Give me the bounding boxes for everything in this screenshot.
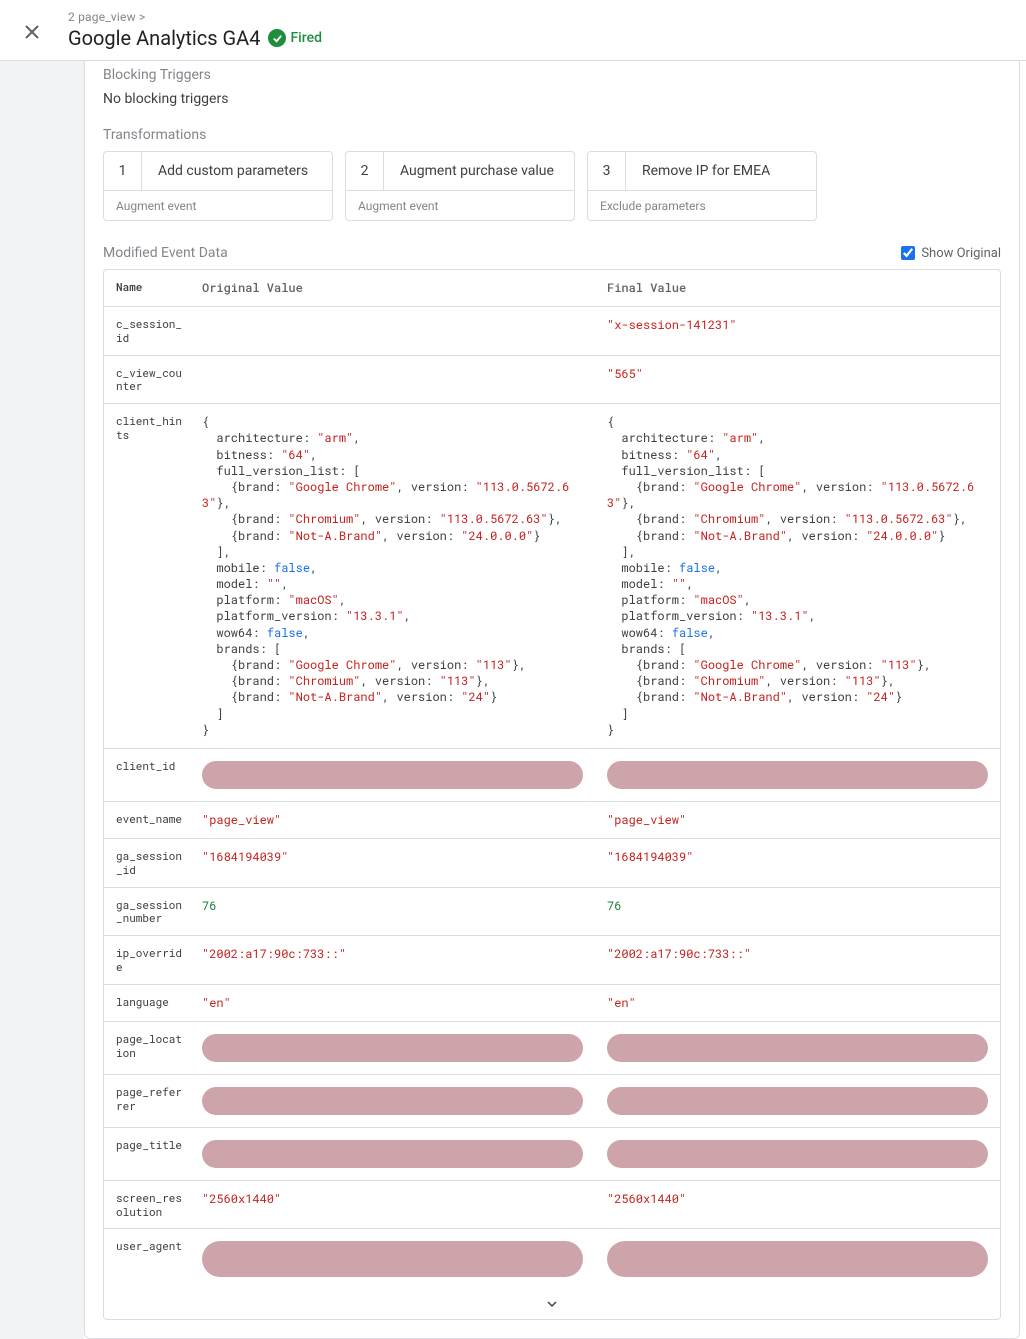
- blocking-triggers-text: No blocking triggers: [103, 91, 1001, 107]
- transformation-title: Augment purchase value: [384, 163, 574, 179]
- transformation-subtitle: Exclude parameters: [588, 190, 816, 220]
- show-original-input[interactable]: [901, 246, 915, 260]
- row-name: page_referrer: [104, 1075, 190, 1127]
- table-row: client_id: [104, 749, 1000, 802]
- table-row: event_name "page_view" "page_view": [104, 802, 1000, 839]
- redacted-value: [202, 1241, 583, 1277]
- row-name: ga_session_number: [104, 888, 190, 936]
- row-final-value: "2560x1440": [595, 1181, 1000, 1229]
- row-final-value: [595, 1075, 1000, 1127]
- row-name: page_location: [104, 1022, 190, 1074]
- row-final-value: "565": [595, 356, 1000, 404]
- row-name: user_agent: [104, 1229, 190, 1289]
- row-original-value: [190, 356, 595, 404]
- row-name: event_name: [104, 802, 190, 838]
- table-row: page_title: [104, 1128, 1000, 1181]
- expand-button[interactable]: [104, 1289, 1000, 1319]
- row-original-value: "2560x1440": [190, 1181, 595, 1229]
- transformation-number: 3: [588, 152, 626, 190]
- row-name: page_title: [104, 1128, 190, 1180]
- table-row: client_hints { architecture: "arm", bitn…: [104, 404, 1000, 749]
- col-original-header: Original Value: [190, 270, 595, 306]
- redacted-value: [607, 1087, 988, 1115]
- redacted-value: [607, 1034, 988, 1062]
- table-row: ga_session_number 76 76: [104, 888, 1000, 937]
- row-final-value: "2002:a17:90c:733::": [595, 936, 1000, 984]
- table-row: page_referrer: [104, 1075, 1000, 1128]
- table-row: ip_override "2002:a17:90c:733::" "2002:a…: [104, 936, 1000, 985]
- transformation-card[interactable]: 1 Add custom parameters Augment event: [103, 151, 333, 221]
- row-original-value: [190, 1128, 595, 1180]
- row-final-value: [595, 1022, 1000, 1074]
- row-name: c_view_counter: [104, 356, 190, 404]
- close-button[interactable]: [16, 16, 48, 48]
- show-original-label: Show Original: [921, 246, 1001, 261]
- fired-label: Fired: [290, 30, 322, 46]
- row-original-value: "page_view": [190, 802, 595, 838]
- redacted-value: [607, 1241, 988, 1277]
- transformation-card[interactable]: 2 Augment purchase value Augment event: [345, 151, 575, 221]
- row-original-value: [190, 1022, 595, 1074]
- table-row: user_agent: [104, 1229, 1000, 1289]
- table-row: page_location: [104, 1022, 1000, 1075]
- row-final-value: { architecture: "arm", bitness: "64", fu…: [595, 404, 1000, 748]
- close-icon: [25, 25, 39, 39]
- transformation-number: 2: [346, 152, 384, 190]
- page-title: Google Analytics GA4: [68, 26, 260, 50]
- blocking-triggers-heading: Blocking Triggers: [103, 67, 1001, 83]
- row-original-value: [190, 749, 595, 801]
- transformations-heading: Transformations: [103, 127, 1001, 143]
- col-final-header: Final Value: [595, 270, 1000, 306]
- transformation-number: 1: [104, 152, 142, 190]
- row-original-value: "1684194039": [190, 839, 595, 887]
- row-original-value: { architecture: "arm", bitness: "64", fu…: [190, 404, 595, 748]
- row-name: ga_session_id: [104, 839, 190, 887]
- row-name: client_id: [104, 749, 190, 801]
- row-original-value: "2002:a17:90c:733::": [190, 936, 595, 984]
- col-name-header: Name: [104, 270, 190, 306]
- row-final-value: [595, 1128, 1000, 1180]
- redacted-value: [202, 1140, 583, 1168]
- row-name: client_hints: [104, 404, 190, 748]
- row-final-value: [595, 1229, 1000, 1289]
- breadcrumb[interactable]: 2 page_view >: [68, 10, 322, 24]
- table-row: c_view_counter "565": [104, 356, 1000, 405]
- transformation-card[interactable]: 3 Remove IP for EMEA Exclude parameters: [587, 151, 817, 221]
- redacted-value: [202, 761, 583, 789]
- table-row: language "en" "en": [104, 985, 1000, 1022]
- row-original-value: [190, 1075, 595, 1127]
- modified-event-data-heading: Modified Event Data: [103, 245, 228, 261]
- row-final-value: "1684194039": [595, 839, 1000, 887]
- redacted-value: [202, 1034, 583, 1062]
- redacted-value: [607, 761, 988, 789]
- table-row: ga_session_id "1684194039" "1684194039": [104, 839, 1000, 888]
- chevron-down-icon: [546, 1298, 558, 1310]
- show-original-checkbox[interactable]: Show Original: [901, 246, 1001, 261]
- transformation-title: Add custom parameters: [142, 163, 332, 179]
- row-name: language: [104, 985, 190, 1021]
- transformation-subtitle: Augment event: [104, 190, 332, 220]
- transformation-title: Remove IP for EMEA: [626, 163, 816, 179]
- transformation-subtitle: Augment event: [346, 190, 574, 220]
- table-row: c_session_id "x-session-141231": [104, 307, 1000, 356]
- table-row: screen_resolution "2560x1440" "2560x1440…: [104, 1181, 1000, 1230]
- row-original-value: [190, 307, 595, 355]
- row-name: c_session_id: [104, 307, 190, 355]
- row-final-value: [595, 749, 1000, 801]
- row-original-value: [190, 1229, 595, 1289]
- row-original-value: 76: [190, 888, 595, 936]
- fired-badge: Fired: [268, 29, 322, 47]
- row-name: screen_resolution: [104, 1181, 190, 1229]
- row-final-value: "page_view": [595, 802, 1000, 838]
- check-icon: [268, 29, 286, 47]
- row-final-value: "x-session-141231": [595, 307, 1000, 355]
- row-original-value: "en": [190, 985, 595, 1021]
- redacted-value: [607, 1140, 988, 1168]
- row-name: ip_override: [104, 936, 190, 984]
- row-final-value: "en": [595, 985, 1000, 1021]
- redacted-value: [202, 1087, 583, 1115]
- row-final-value: 76: [595, 888, 1000, 936]
